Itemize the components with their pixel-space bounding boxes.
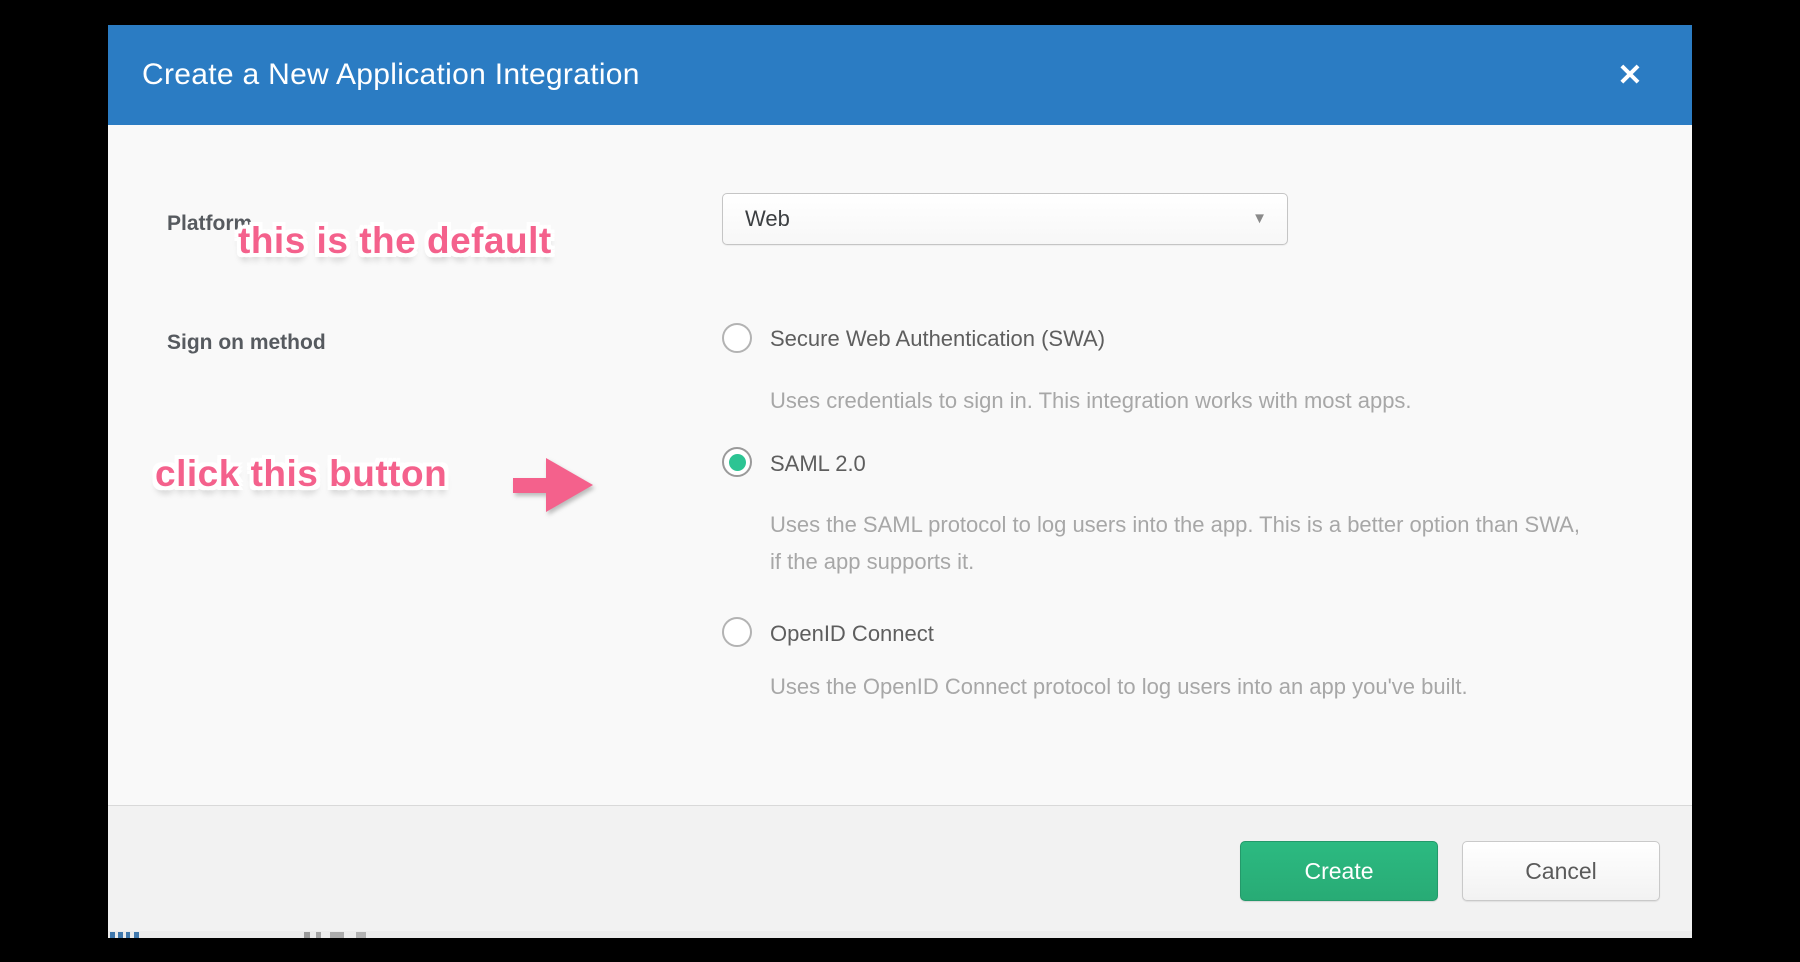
cancel-button[interactable]: Cancel <box>1462 841 1660 901</box>
right-arrow-icon <box>513 458 593 512</box>
radio-saml-label[interactable]: SAML 2.0 <box>770 449 866 479</box>
clipped-artifact <box>304 932 310 938</box>
screenshot-stage: Create a New Application Integration ✕ P… <box>0 0 1800 962</box>
clipped-page-artifacts <box>108 931 1692 938</box>
modal-header: Create a New Application Integration ✕ <box>108 25 1692 125</box>
radio-openid[interactable] <box>722 617 752 647</box>
radio-openid-description: Uses the OpenID Connect protocol to log … <box>770 668 1590 705</box>
clipped-artifact <box>316 932 321 938</box>
modal-footer: Create Cancel <box>108 805 1692 931</box>
chevron-down-icon: ▼ <box>1252 194 1267 244</box>
platform-dropdown[interactable]: Web ▼ <box>722 193 1288 245</box>
radio-openid-label[interactable]: OpenID Connect <box>770 619 934 649</box>
create-button[interactable]: Create <box>1240 841 1438 901</box>
clipped-artifact <box>118 932 123 938</box>
annotation-click-note: click this button <box>155 453 447 495</box>
arrow-head <box>546 458 593 512</box>
platform-dropdown-value: Web <box>745 194 790 244</box>
radio-swa-description: Uses credentials to sign in. This integr… <box>770 382 1590 419</box>
clipped-artifact <box>110 932 115 938</box>
radio-saml-selected[interactable] <box>722 447 752 477</box>
close-icon[interactable]: ✕ <box>1612 58 1648 94</box>
clipped-artifact <box>356 932 366 938</box>
clipped-artifact <box>330 932 344 938</box>
radio-swa-label[interactable]: Secure Web Authentication (SWA) <box>770 324 1105 354</box>
radio-swa[interactable] <box>722 323 752 353</box>
sign-on-method-label: Sign on method <box>167 331 326 355</box>
clipped-artifact <box>126 932 130 938</box>
clipped-artifact <box>134 932 139 938</box>
annotation-default-note: this is the default <box>238 220 552 262</box>
radio-saml-description: Uses the SAML protocol to log users into… <box>770 506 1590 580</box>
modal-title: Create a New Application Integration <box>142 25 640 125</box>
